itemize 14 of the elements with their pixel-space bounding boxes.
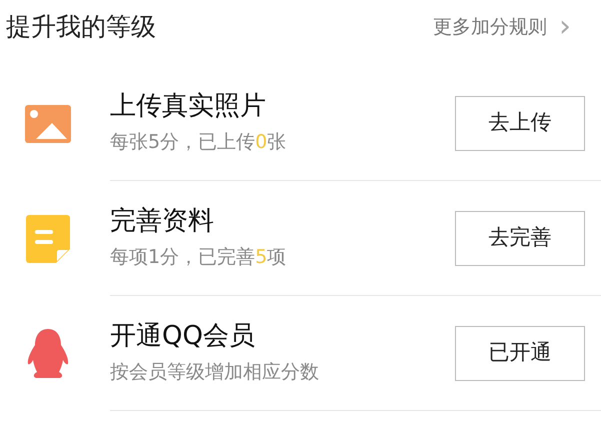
task-description: 按会员等级增加相应分数 [110, 360, 319, 385]
penguin-icon [27, 328, 69, 378]
picture-icon [25, 104, 71, 142]
task-button[interactable]: 去上传 [455, 96, 585, 150]
task-description: 每张5分，已上传0张 [110, 130, 286, 155]
task-description: 每项1分，已完善5项 [110, 245, 286, 270]
task-button[interactable]: 去完善 [455, 210, 585, 266]
task-title: 上传真实照片 [110, 90, 267, 122]
more-rules-link[interactable]: 更多加分规则 › [433, 12, 571, 42]
section-title: 提升我的等级 [6, 11, 156, 44]
note-icon [26, 214, 70, 262]
task-title: 开通QQ会员 [110, 320, 256, 352]
task-button[interactable]: 已开通 [455, 326, 585, 380]
task-title: 完善资料 [110, 204, 215, 237]
